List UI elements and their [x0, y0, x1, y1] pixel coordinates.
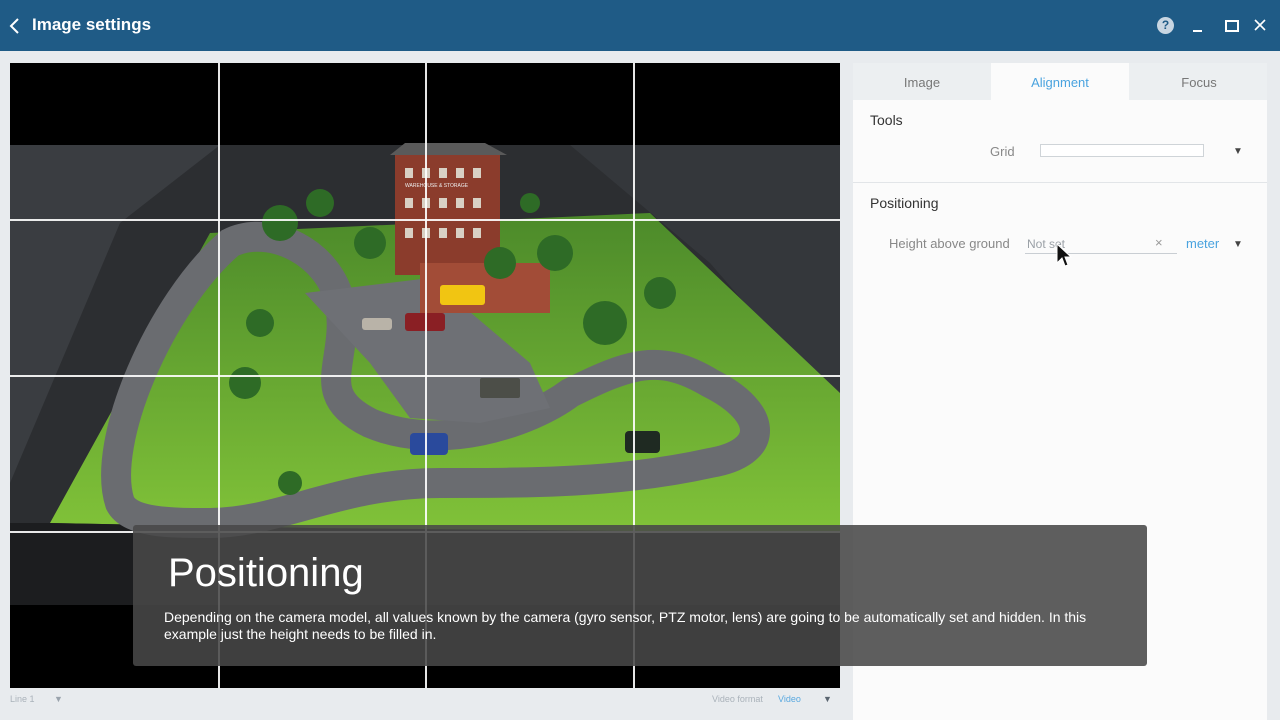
clear-icon[interactable]: × — [1155, 235, 1163, 250]
tab-bar: Image Alignment Focus — [853, 63, 1267, 100]
help-icon[interactable]: ? — [1157, 17, 1174, 34]
grid-label: Grid — [990, 144, 1015, 159]
tab-focus[interactable]: Focus — [1130, 63, 1268, 100]
caption-overlay: Positioning Depending on the camera mode… — [133, 525, 1147, 666]
chevron-down-icon[interactable]: ▼ — [1233, 239, 1243, 250]
line-selector[interactable]: Line 1 — [10, 694, 35, 704]
positioning-heading: Positioning — [870, 195, 939, 211]
back-arrow-icon[interactable] — [6, 14, 24, 38]
title-bar: Image settings ? — [0, 0, 1280, 51]
tab-image[interactable]: Image — [853, 63, 991, 100]
video-footer: Line 1 ▼ Video format Video ▼ — [10, 690, 840, 712]
unit-select[interactable]: meter — [1186, 236, 1219, 251]
caption-body: Depending on the camera model, all value… — [164, 609, 1087, 642]
grid-select[interactable] — [1040, 144, 1204, 157]
section-divider — [853, 182, 1267, 183]
video-format-label: Video format — [712, 694, 763, 704]
mouse-cursor-icon — [1056, 242, 1073, 274]
close-icon[interactable] — [1249, 14, 1273, 38]
height-above-ground-label: Height above ground — [889, 236, 1010, 251]
grid-line — [10, 375, 840, 377]
maximize-icon[interactable] — [1221, 14, 1245, 38]
grid-line — [10, 219, 840, 221]
chevron-down-icon[interactable]: ▼ — [823, 694, 832, 704]
caption-title: Positioning — [168, 551, 364, 595]
tab-alignment[interactable]: Alignment — [991, 63, 1129, 100]
window-title: Image settings — [32, 15, 152, 34]
chevron-down-icon[interactable]: ▼ — [1233, 146, 1243, 157]
tools-heading: Tools — [870, 112, 903, 128]
chevron-down-icon[interactable]: ▼ — [54, 694, 63, 704]
video-format-value[interactable]: Video — [778, 694, 801, 704]
minimize-icon[interactable] — [1187, 14, 1211, 38]
warehouse-sign: WAREHOUSE & STORAGE — [405, 183, 469, 189]
